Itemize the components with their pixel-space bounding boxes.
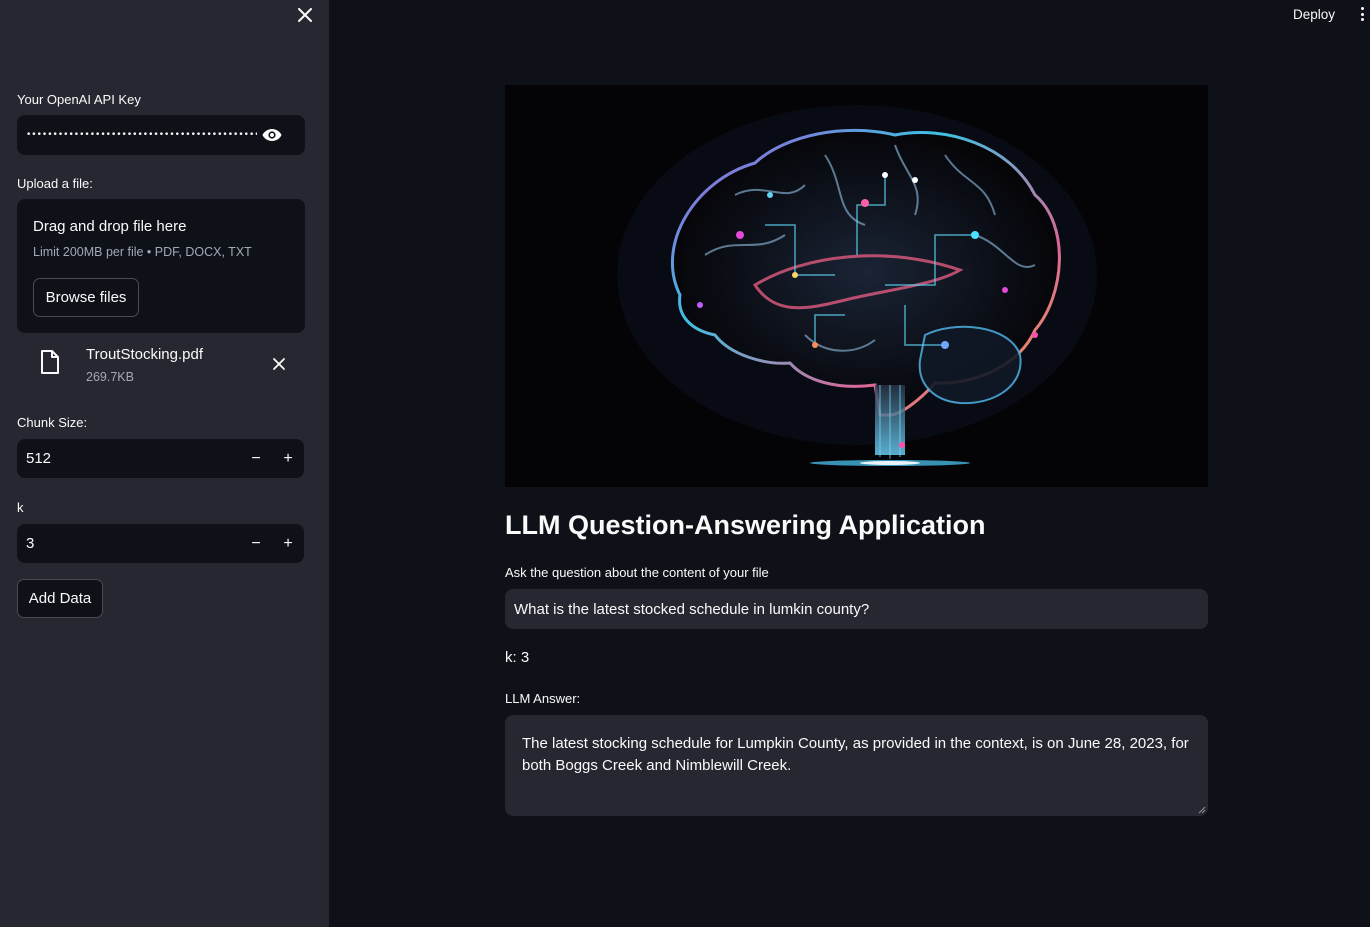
eye-icon	[262, 129, 282, 141]
answer-label: LLM Answer:	[505, 691, 581, 706]
chunk-size-input[interactable]	[17, 439, 242, 478]
add-data-button[interactable]: Add Data	[17, 579, 103, 618]
dropzone-limit: Limit 200MB per file • PDF, DOCX, TXT	[33, 245, 252, 259]
hero-image	[505, 85, 1208, 487]
k-label: k	[17, 500, 24, 515]
chunk-size-stepper: − +	[17, 439, 304, 478]
close-sidebar-button[interactable]	[294, 4, 316, 26]
question-label: Ask the question about the content of yo…	[505, 565, 769, 580]
k-decrement-button[interactable]: −	[240, 524, 272, 563]
chunk-size-increment-button[interactable]: +	[272, 439, 304, 478]
api-key-label: Your OpenAI API Key	[17, 92, 141, 107]
k-readout: k: 3	[505, 649, 530, 666]
question-field	[505, 589, 1208, 629]
menu-dot	[1360, 12, 1364, 16]
brain-circuit-image	[505, 85, 1208, 487]
page-title: LLM Question-Answering Application	[505, 510, 986, 540]
api-key-input[interactable]	[17, 115, 257, 155]
close-icon	[273, 358, 285, 370]
dropzone-title: Drag and drop file here	[33, 218, 187, 235]
api-key-field	[17, 115, 305, 155]
question-input[interactable]	[505, 589, 1208, 629]
file-icon	[41, 350, 59, 374]
menu-dot	[1360, 18, 1364, 21]
uploaded-file-size: 269.7KB	[86, 370, 134, 384]
k-input[interactable]	[17, 524, 242, 563]
uploaded-file-name: TroutStocking.pdf	[86, 346, 204, 363]
answer-field: The latest stocking schedule for Lumpkin…	[505, 715, 1208, 816]
remove-file-button[interactable]	[269, 354, 289, 374]
uploaded-file-item: TroutStocking.pdf 269.7KB	[17, 341, 305, 391]
chunk-size-label: Chunk Size:	[17, 415, 88, 430]
deploy-button[interactable]: Deploy	[1286, 4, 1342, 24]
upload-label: Upload a file:	[17, 176, 93, 191]
k-stepper: − +	[17, 524, 304, 563]
answer-textarea[interactable]: The latest stocking schedule for Lumpkin…	[505, 715, 1208, 816]
resize-handle-icon[interactable]	[1198, 806, 1206, 814]
chunk-size-decrement-button[interactable]: −	[240, 439, 272, 478]
sidebar: Your OpenAI API Key Upload a file: Drag …	[0, 0, 329, 927]
main-menu-button[interactable]	[1355, 5, 1369, 23]
more-vertical-icon	[1360, 7, 1364, 10]
browse-files-button[interactable]: Browse files	[33, 278, 139, 317]
file-dropzone[interactable]: Drag and drop file here Limit 200MB per …	[17, 199, 305, 333]
close-icon	[298, 8, 312, 22]
k-increment-button[interactable]: +	[272, 524, 304, 563]
show-password-button[interactable]	[260, 124, 284, 146]
